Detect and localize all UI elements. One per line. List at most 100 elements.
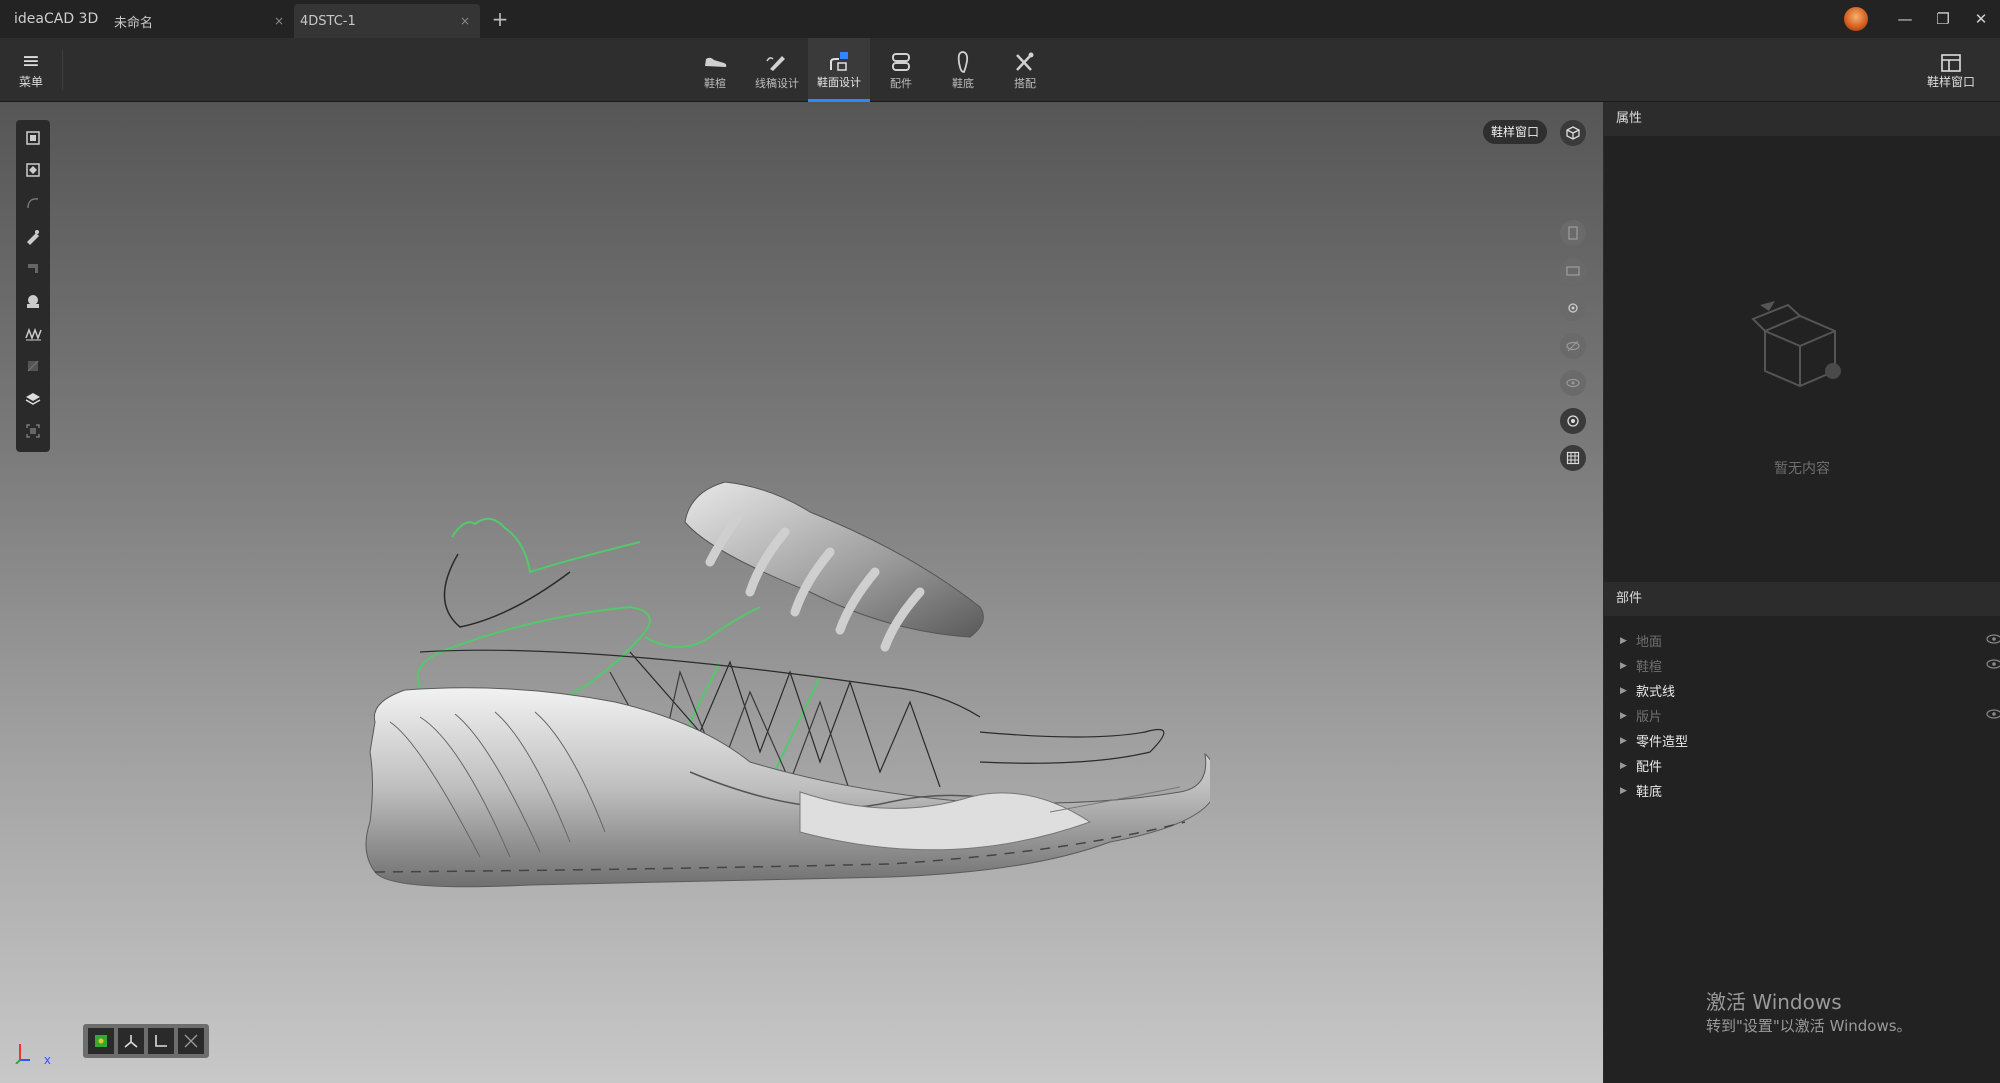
3d-viewport[interactable]: 鞋样窗口 x [0,102,1603,1083]
tab-accessory[interactable]: 配件 [870,38,932,102]
expand-arrow-icon[interactable]: ▶ [1620,686,1636,696]
tree-item-label: 零件造型 [1636,735,1689,750]
ortho-axis-icon[interactable] [148,1028,174,1054]
front-view-icon[interactable] [1560,220,1586,246]
app-title: ideaCAD 3D [14,11,99,27]
node-edit-icon[interactable] [21,159,45,183]
minimize-button[interactable]: — [1886,10,1924,28]
visibility-eye-icon[interactable] [1986,708,2000,720]
expand-arrow-icon[interactable]: ▶ [1620,736,1636,746]
tree-item-label: 配件 [1636,760,1663,775]
shoe-window-label: 鞋样窗口 [1926,74,1975,89]
stitch-icon[interactable] [21,322,45,346]
patch-icon[interactable] [21,256,45,280]
tree-item-accessories[interactable]: ▶ 配件 [1620,753,2000,778]
tab-sketch-design[interactable]: 线稿设计 [746,38,808,102]
tree-item-sole[interactable]: ▶ 鞋底 [1620,778,2000,803]
tab-label: 鞋楦 [704,77,726,90]
hamburger-icon: ≡ [21,48,41,74]
menu-label: 菜单 [18,74,43,89]
tree-item-last[interactable]: ▶ 鞋楦 [1620,653,2000,678]
mode-tabs: 鞋楦 线稿设计 鞋面设计 配件 鞋底 搭配 [684,38,1056,102]
layers-icon[interactable] [21,387,45,411]
view-cube-icon[interactable] [1560,120,1586,146]
tab-label: 配件 [890,77,912,90]
show-eye-icon[interactable] [1560,370,1586,396]
tab-last[interactable]: 鞋楦 [684,38,746,102]
surface-shape-icon[interactable] [21,289,45,313]
tree-item-part-modeling[interactable]: ▶ 零件造型 [1620,728,2000,753]
axis-triad-icon [15,1044,30,1065]
add-tab-button[interactable]: + [480,7,520,31]
parts-header: 部件 [1604,582,2000,616]
visibility-eye-icon[interactable] [1986,658,2000,670]
expand-arrow-icon[interactable]: ▶ [1620,786,1636,796]
properties-header: 属性 [1604,102,2000,136]
shoe-3d-model[interactable] [330,402,1210,902]
empty-box-icon [1751,301,1841,388]
empty-state-text: 暂无内容 [1774,461,1830,477]
menu-button[interactable]: ≡ 菜单 [8,44,54,96]
curve-icon[interactable] [21,191,45,215]
tree-item-patterns[interactable]: ▶ 版片 [1620,703,2000,728]
main-toolbar: ≡ 菜单 鞋楦 线稿设计 鞋面设计 配件 鞋底 搭配 鞋样窗口 [0,38,2000,102]
render-target-icon[interactable] [1560,407,1586,434]
view-mode-bar [83,1024,209,1058]
axis-indicator: x [14,1040,51,1067]
texture-icon[interactable] [21,354,45,378]
sketch-pen-icon [764,49,790,75]
expand-arrow-icon[interactable]: ▶ [1620,661,1636,671]
tree-item-label: 鞋楦 [1636,660,1663,675]
tab-label: 4DSTC-1 [300,13,356,29]
tab-4dstc-1[interactable]: 4DSTC-1 × [294,4,480,38]
parts-tree: ▶ 地面 ▶ 鞋楦 ▶ 款式线 ▶ 版片 ▶ 零件造型 ▶ 配件 ▶ 鞋底 [1604,616,2000,803]
axis-label: x [43,1053,51,1067]
tab-label: 搭配 [1014,77,1036,90]
side-view-icon[interactable] [1560,257,1586,284]
viewport-label-badge[interactable]: 鞋样窗口 [1483,120,1548,144]
view-tools [1560,220,1586,483]
tree-item-label: 地面 [1636,635,1663,650]
tree-item-label: 版片 [1636,710,1663,725]
expand-arrow-icon[interactable]: ▶ [1620,711,1636,721]
last-icon [702,49,728,75]
tree-item-label: 款式线 [1636,685,1676,700]
all-axes-icon[interactable] [178,1028,204,1054]
activation-watermark: 激活 Windows 转到"设置"以激活 Windows。 [1706,986,1912,1036]
tab-untitled[interactable]: 未命名 × [108,4,294,38]
properties-body: 暂无内容 [1604,136,2000,576]
hide-eye-icon[interactable] [1560,332,1586,359]
visibility-eye-icon[interactable] [1986,633,2000,645]
tab-label: 未命名 [114,15,154,31]
select-frame-icon[interactable] [21,126,45,150]
tab-label: 鞋面设计 [817,75,861,89]
iso-axis-icon[interactable] [118,1028,144,1054]
match-tools-icon [1012,49,1038,75]
restore-button[interactable]: ❐ [1924,10,1962,28]
camera-view-icon[interactable] [1560,295,1586,321]
tab-close-button[interactable]: × [274,14,284,28]
perspective-view-icon[interactable] [88,1028,114,1054]
tab-sole[interactable]: 鞋底 [932,38,994,102]
left-tool-palette [16,120,50,452]
expand-arrow-icon[interactable]: ▶ [1620,636,1636,646]
user-avatar[interactable] [1844,7,1868,31]
divider [62,50,63,90]
grid-icon[interactable] [1560,445,1586,471]
close-window-button[interactable]: ✕ [1962,10,2000,28]
tab-close-button[interactable]: × [460,14,470,28]
tab-match[interactable]: 搭配 [994,38,1056,102]
tree-item-ground[interactable]: ▶ 地面 [1620,628,2000,653]
shoe-window-button[interactable]: 鞋样窗口 [1924,46,1978,96]
watermark-subtitle: 转到"设置"以激活 Windows。 [1706,1017,1912,1035]
pen-tool-icon[interactable] [21,224,45,248]
accessory-icon [888,49,914,75]
fit-view-icon[interactable] [21,419,45,443]
tree-item-label: 鞋底 [1636,785,1663,800]
tree-item-style-lines[interactable]: ▶ 款式线 [1620,678,2000,703]
expand-arrow-icon[interactable]: ▶ [1620,761,1636,771]
tab-upper-design[interactable]: 鞋面设计 [808,38,870,102]
window-controls: — ❐ ✕ [1844,0,2000,38]
right-panel: 属性 暂无内容 部件 ▶ 地面 ▶ 鞋楦 ▶ 款式线 ▶ 版片 ▶ 零件造型 ▶… [1604,102,2000,1083]
upper-design-icon [826,48,852,74]
